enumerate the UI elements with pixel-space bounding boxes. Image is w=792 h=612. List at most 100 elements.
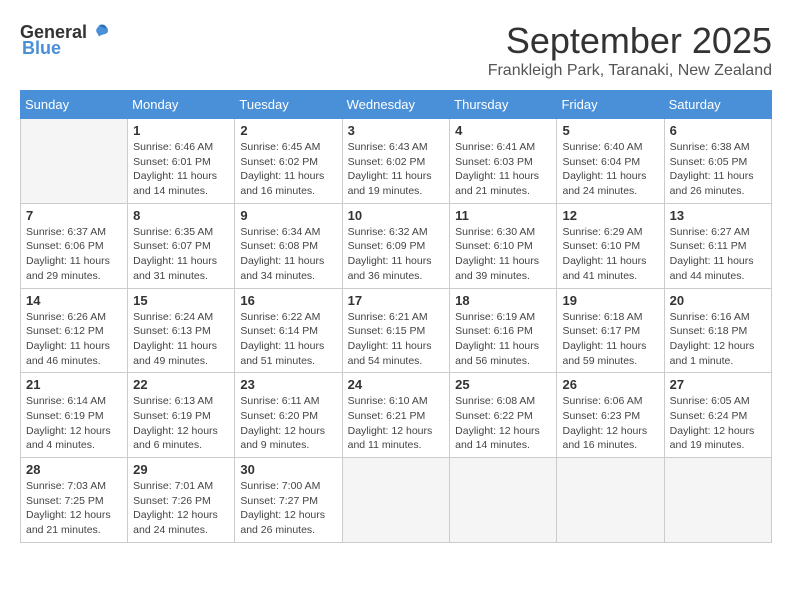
month-title: September 2025 bbox=[488, 20, 772, 62]
day-info: Sunrise: 6:08 AMSunset: 6:22 PMDaylight:… bbox=[455, 394, 551, 453]
logo: General Blue bbox=[20, 20, 111, 59]
day-of-week-header: Tuesday bbox=[235, 91, 342, 119]
day-info: Sunrise: 6:21 AMSunset: 6:15 PMDaylight:… bbox=[348, 310, 445, 369]
day-of-week-header: Thursday bbox=[450, 91, 557, 119]
calendar-cell bbox=[21, 119, 128, 204]
day-info: Sunrise: 6:18 AMSunset: 6:17 PMDaylight:… bbox=[562, 310, 658, 369]
day-number: 13 bbox=[670, 208, 766, 223]
day-number: 22 bbox=[133, 377, 229, 392]
day-of-week-header: Monday bbox=[128, 91, 235, 119]
calendar-cell: 7 Sunrise: 6:37 AMSunset: 6:06 PMDaylight… bbox=[21, 203, 128, 288]
calendar-cell: 10 Sunrise: 6:32 AMSunset: 6:09 PMDayligh… bbox=[342, 203, 450, 288]
day-of-week-header: Wednesday bbox=[342, 91, 450, 119]
day-info: Sunrise: 6:38 AMSunset: 6:05 PMDaylight:… bbox=[670, 140, 766, 199]
calendar-cell: 3 Sunrise: 6:43 AMSunset: 6:02 PMDaylight… bbox=[342, 119, 450, 204]
day-number: 6 bbox=[670, 123, 766, 138]
calendar-cell bbox=[342, 458, 450, 543]
calendar-header-row: SundayMondayTuesdayWednesdayThursdayFrid… bbox=[21, 91, 772, 119]
day-number: 10 bbox=[348, 208, 445, 223]
calendar-cell: 25 Sunrise: 6:08 AMSunset: 6:22 PMDayligh… bbox=[450, 373, 557, 458]
day-info: Sunrise: 6:24 AMSunset: 6:13 PMDaylight:… bbox=[133, 310, 229, 369]
day-number: 9 bbox=[240, 208, 336, 223]
calendar-cell: 2 Sunrise: 6:45 AMSunset: 6:02 PMDaylight… bbox=[235, 119, 342, 204]
day-number: 28 bbox=[26, 462, 122, 477]
day-info: Sunrise: 6:27 AMSunset: 6:11 PMDaylight:… bbox=[670, 225, 766, 284]
day-info: Sunrise: 6:13 AMSunset: 6:19 PMDaylight:… bbox=[133, 394, 229, 453]
day-number: 17 bbox=[348, 293, 445, 308]
day-info: Sunrise: 6:16 AMSunset: 6:18 PMDaylight:… bbox=[670, 310, 766, 369]
day-number: 4 bbox=[455, 123, 551, 138]
day-info: Sunrise: 6:43 AMSunset: 6:02 PMDaylight:… bbox=[348, 140, 445, 199]
calendar-table: SundayMondayTuesdayWednesdayThursdayFrid… bbox=[20, 90, 772, 543]
calendar-week-row: 1 Sunrise: 6:46 AMSunset: 6:01 PMDaylight… bbox=[21, 119, 772, 204]
day-number: 7 bbox=[26, 208, 122, 223]
day-info: Sunrise: 7:01 AMSunset: 7:26 PMDaylight:… bbox=[133, 479, 229, 538]
calendar-cell: 27 Sunrise: 6:05 AMSunset: 6:24 PMDayligh… bbox=[664, 373, 771, 458]
day-number: 18 bbox=[455, 293, 551, 308]
calendar-cell: 5 Sunrise: 6:40 AMSunset: 6:04 PMDaylight… bbox=[557, 119, 664, 204]
title-block: September 2025 Frankleigh Park, Taranaki… bbox=[488, 20, 772, 80]
calendar-cell: 9 Sunrise: 6:34 AMSunset: 6:08 PMDaylight… bbox=[235, 203, 342, 288]
day-number: 23 bbox=[240, 377, 336, 392]
calendar-cell: 22 Sunrise: 6:13 AMSunset: 6:19 PMDayligh… bbox=[128, 373, 235, 458]
day-number: 15 bbox=[133, 293, 229, 308]
calendar-cell: 14Sunrise: 6:26 AMSunset: 6:12 PMDayligh… bbox=[21, 288, 128, 373]
calendar-cell: 13 Sunrise: 6:27 AMSunset: 6:11 PMDayligh… bbox=[664, 203, 771, 288]
day-of-week-header: Sunday bbox=[21, 91, 128, 119]
day-number: 3 bbox=[348, 123, 445, 138]
day-number: 8 bbox=[133, 208, 229, 223]
calendar-cell: 6 Sunrise: 6:38 AMSunset: 6:05 PMDaylight… bbox=[664, 119, 771, 204]
calendar-week-row: 28 Sunrise: 7:03 AMSunset: 7:25 PMDayligh… bbox=[21, 458, 772, 543]
day-info: Sunrise: 6:10 AMSunset: 6:21 PMDaylight:… bbox=[348, 394, 445, 453]
day-info: Sunrise: 6:05 AMSunset: 6:24 PMDaylight:… bbox=[670, 394, 766, 453]
day-number: 12 bbox=[562, 208, 658, 223]
calendar-cell bbox=[664, 458, 771, 543]
calendar-cell: 23 Sunrise: 6:11 AMSunset: 6:20 PMDayligh… bbox=[235, 373, 342, 458]
day-info: Sunrise: 6:40 AMSunset: 6:04 PMDaylight:… bbox=[562, 140, 658, 199]
location-title: Frankleigh Park, Taranaki, New Zealand bbox=[488, 62, 772, 80]
day-info: Sunrise: 6:41 AMSunset: 6:03 PMDaylight:… bbox=[455, 140, 551, 199]
day-info: Sunrise: 6:46 AMSunset: 6:01 PMDaylight:… bbox=[133, 140, 229, 199]
day-number: 30 bbox=[240, 462, 336, 477]
calendar-cell: 8Sunrise: 6:35 AMSunset: 6:07 PMDaylight… bbox=[128, 203, 235, 288]
day-info: Sunrise: 6:11 AMSunset: 6:20 PMDaylight:… bbox=[240, 394, 336, 453]
day-number: 26 bbox=[562, 377, 658, 392]
day-info: Sunrise: 6:22 AMSunset: 6:14 PMDaylight:… bbox=[240, 310, 336, 369]
day-number: 19 bbox=[562, 293, 658, 308]
day-number: 1 bbox=[133, 123, 229, 138]
day-number: 2 bbox=[240, 123, 336, 138]
page-header: General Blue September 2025 Frankleigh P… bbox=[20, 20, 772, 80]
calendar-cell: 19 Sunrise: 6:18 AMSunset: 6:17 PMDayligh… bbox=[557, 288, 664, 373]
logo-blue: Blue bbox=[22, 38, 61, 59]
calendar-cell: 28 Sunrise: 7:03 AMSunset: 7:25 PMDayligh… bbox=[21, 458, 128, 543]
day-number: 25 bbox=[455, 377, 551, 392]
calendar-cell: 16 Sunrise: 6:22 AMSunset: 6:14 PMDayligh… bbox=[235, 288, 342, 373]
day-info: Sunrise: 6:30 AMSunset: 6:10 PMDaylight:… bbox=[455, 225, 551, 284]
day-number: 27 bbox=[670, 377, 766, 392]
day-info: Sunrise: 7:00 AMSunset: 7:27 PMDaylight:… bbox=[240, 479, 336, 538]
calendar-cell: 11Sunrise: 6:30 AMSunset: 6:10 PMDayligh… bbox=[450, 203, 557, 288]
day-info: Sunrise: 6:29 AMSunset: 6:10 PMDaylight:… bbox=[562, 225, 658, 284]
calendar-week-row: 21Sunrise: 6:14 AMSunset: 6:19 PMDayligh… bbox=[21, 373, 772, 458]
day-info: Sunrise: 6:19 AMSunset: 6:16 PMDaylight:… bbox=[455, 310, 551, 369]
day-info: Sunrise: 6:37 AMSunset: 6:06 PMDaylight:… bbox=[26, 225, 122, 284]
calendar-week-row: 7 Sunrise: 6:37 AMSunset: 6:06 PMDaylight… bbox=[21, 203, 772, 288]
calendar-cell: 18 Sunrise: 6:19 AMSunset: 6:16 PMDayligh… bbox=[450, 288, 557, 373]
day-info: Sunrise: 6:32 AMSunset: 6:09 PMDaylight:… bbox=[348, 225, 445, 284]
day-info: Sunrise: 6:34 AMSunset: 6:08 PMDaylight:… bbox=[240, 225, 336, 284]
calendar-cell bbox=[450, 458, 557, 543]
logo-bird-icon bbox=[87, 20, 111, 44]
calendar-cell: 26Sunrise: 6:06 AMSunset: 6:23 PMDayligh… bbox=[557, 373, 664, 458]
day-number: 16 bbox=[240, 293, 336, 308]
day-number: 20 bbox=[670, 293, 766, 308]
day-info: Sunrise: 6:45 AMSunset: 6:02 PMDaylight:… bbox=[240, 140, 336, 199]
day-info: Sunrise: 7:03 AMSunset: 7:25 PMDaylight:… bbox=[26, 479, 122, 538]
calendar-cell: 17 Sunrise: 6:21 AMSunset: 6:15 PMDayligh… bbox=[342, 288, 450, 373]
day-number: 21 bbox=[26, 377, 122, 392]
day-number: 14 bbox=[26, 293, 122, 308]
calendar-cell: 30 Sunrise: 7:00 AMSunset: 7:27 PMDayligh… bbox=[235, 458, 342, 543]
day-number: 5 bbox=[562, 123, 658, 138]
calendar-cell: 21Sunrise: 6:14 AMSunset: 6:19 PMDayligh… bbox=[21, 373, 128, 458]
calendar-week-row: 14Sunrise: 6:26 AMSunset: 6:12 PMDayligh… bbox=[21, 288, 772, 373]
calendar-cell: 29Sunrise: 7:01 AMSunset: 7:26 PMDayligh… bbox=[128, 458, 235, 543]
